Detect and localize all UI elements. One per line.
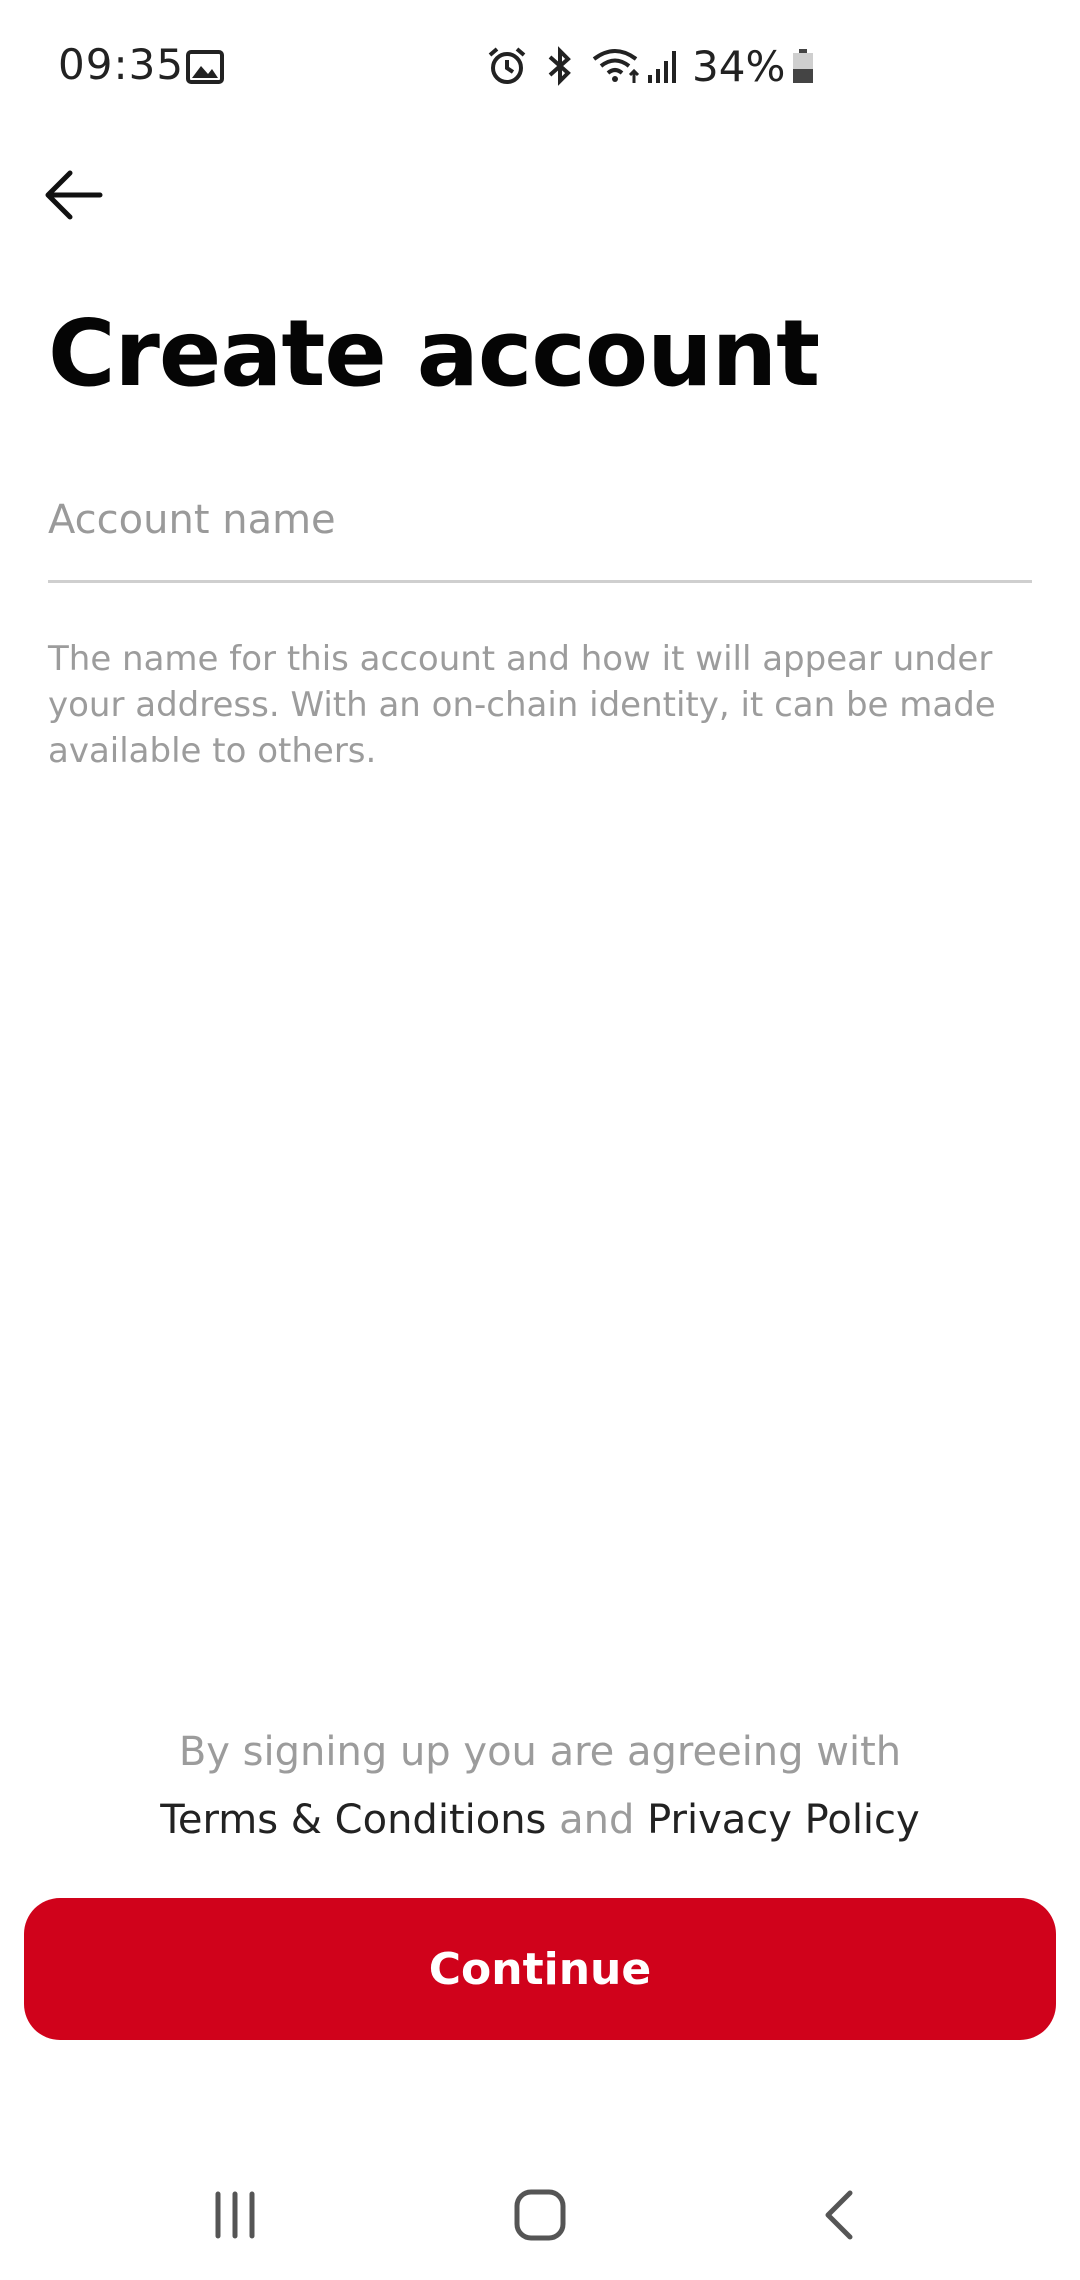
back-icon <box>825 2190 853 2240</box>
arrow-left-icon <box>45 170 103 220</box>
status-icons: 34% <box>486 41 815 91</box>
continue-button[interactable]: Continue <box>24 1898 1056 2040</box>
terms-link[interactable]: Terms & Conditions <box>160 1797 546 1843</box>
page-title: Create account <box>48 300 820 407</box>
bluetooth-icon <box>548 46 571 86</box>
home-button[interactable] <box>500 2180 580 2250</box>
account-name-field <box>48 460 1032 584</box>
status-bar: 09:35 34% <box>0 0 1080 130</box>
battery-percent: 34% <box>692 41 786 91</box>
legal-conjunction: and <box>559 1797 635 1843</box>
helper-text: The name for this account and how it wil… <box>48 639 996 771</box>
alarm-icon <box>488 47 526 84</box>
recent-apps-icon <box>215 2191 255 2239</box>
home-icon <box>514 2189 566 2241</box>
recent-apps-button[interactable] <box>200 2180 270 2250</box>
legal-prefix: By signing up you are agreeing with <box>178 1729 902 1775</box>
field-underline <box>48 580 1032 583</box>
signal-icon <box>648 51 676 83</box>
back-button[interactable] <box>38 160 108 230</box>
legal-notice: By signing up you are agreeing with Term… <box>0 1722 1080 1858</box>
wifi-icon <box>592 49 640 83</box>
gallery-icon <box>186 50 224 84</box>
system-nav-bar <box>0 2150 1080 2280</box>
status-time: 09:35 <box>58 40 185 89</box>
battery-icon <box>793 49 814 83</box>
nav-back-button[interactable] <box>805 2180 875 2250</box>
legal-links: Terms & Conditions and Privacy Policy <box>0 1782 1080 1858</box>
privacy-link[interactable]: Privacy Policy <box>647 1797 920 1843</box>
account-name-input[interactable] <box>48 460 1032 580</box>
